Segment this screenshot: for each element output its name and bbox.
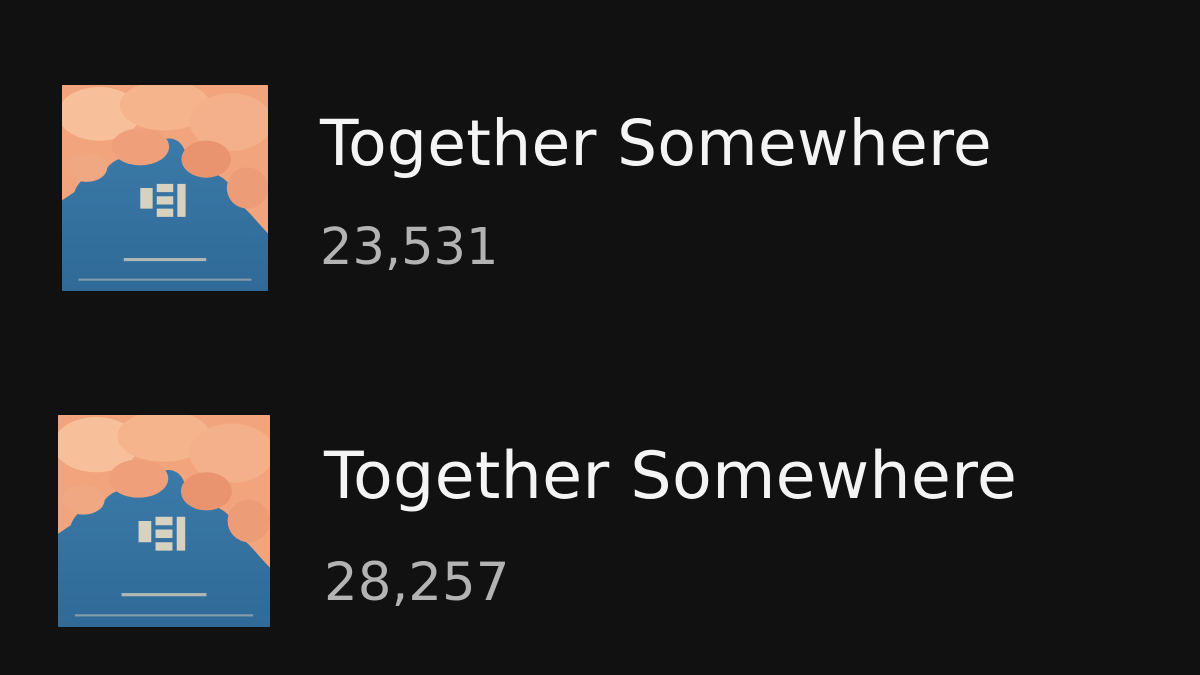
album-cover-image xyxy=(58,415,270,627)
album-cover-image xyxy=(62,85,268,291)
album-cover-clouds-sky-icon xyxy=(62,85,268,291)
play-count: 28,257 xyxy=(324,552,510,613)
track-title[interactable]: Together Somewhere xyxy=(324,444,1017,509)
album-cover-clouds-sky-icon xyxy=(58,415,270,627)
track-title[interactable]: Together Somewhere xyxy=(320,112,992,175)
play-count: 23,531 xyxy=(320,218,499,277)
